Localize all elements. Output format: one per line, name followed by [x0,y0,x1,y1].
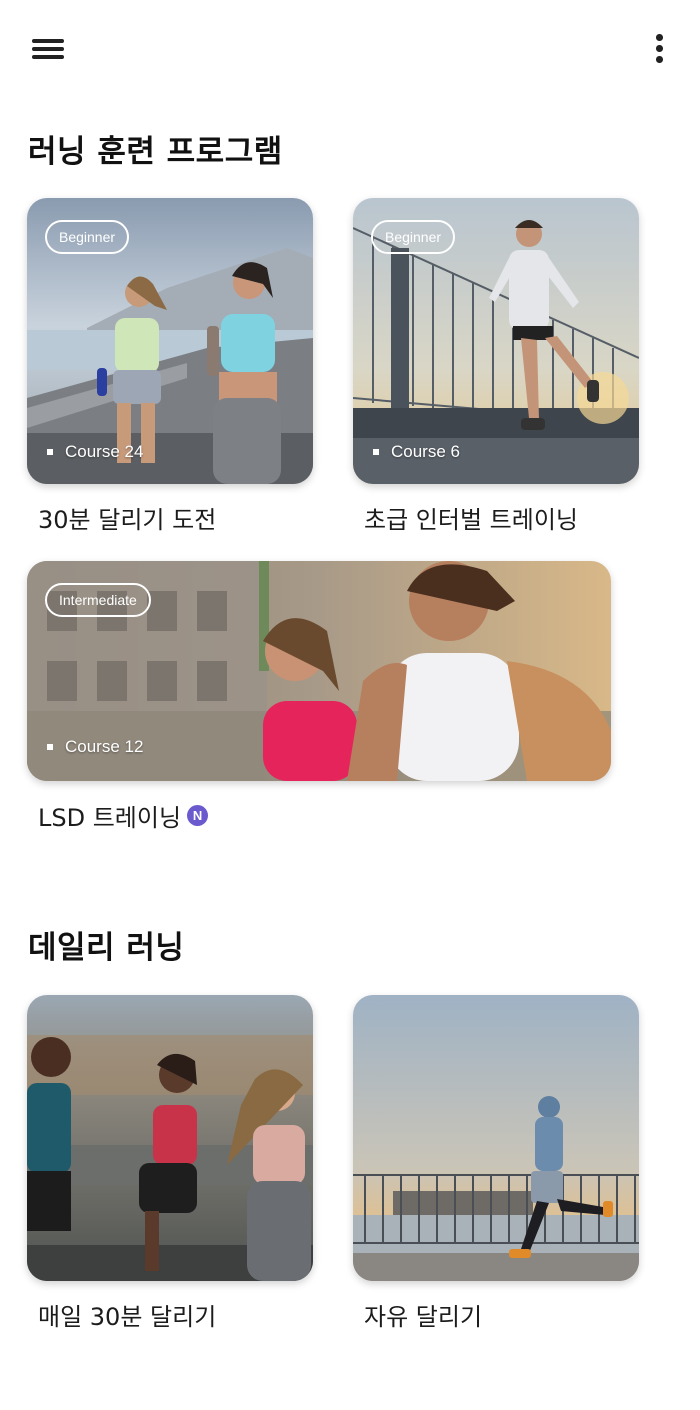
daily-card-free-run[interactable] [353,995,639,1281]
program-card-label[interactable]: 30분 달리기 도전 [38,500,216,535]
card-image-group-running [27,995,313,1281]
program-card-label[interactable]: 초급 인터벌 트레이닝 [364,500,578,535]
course-count: Course 6 [373,442,460,462]
new-badge-icon: N [187,805,209,826]
level-badge: Beginner [45,220,130,254]
course-count: Course 12 [47,737,143,757]
program-card-lsd[interactable]: Intermediate Course 12 [27,561,611,781]
bullet-square-icon [47,744,53,750]
program-card-label[interactable]: LSD 트레이닝 N [38,798,209,833]
program-card-30min-challenge[interactable]: Beginner Course 24 [27,198,313,484]
hamburger-menu-icon[interactable] [24,30,72,68]
daily-card-label[interactable]: 자유 달리기 [364,1297,482,1332]
daily-card-30min[interactable] [27,995,313,1281]
level-badge: Intermediate [45,583,151,617]
section-title-programs: 러닝 훈련 프로그램 [28,134,283,170]
course-count: Course 24 [47,442,143,462]
card-image-man-running-waterfront [353,995,639,1281]
program-card-interval[interactable]: Beginner Course 6 [353,198,639,484]
daily-card-label[interactable]: 매일 30분 달리기 [38,1297,216,1332]
section-title-daily: 데일리 러닝 [28,930,185,966]
bullet-square-icon [47,449,53,455]
bullet-square-icon [373,449,379,455]
more-vertical-icon[interactable] [640,28,678,70]
program-card-label-text: LSD 트레이닝 [38,804,182,832]
top-bar [0,0,700,96]
level-badge: Beginner [371,220,456,254]
